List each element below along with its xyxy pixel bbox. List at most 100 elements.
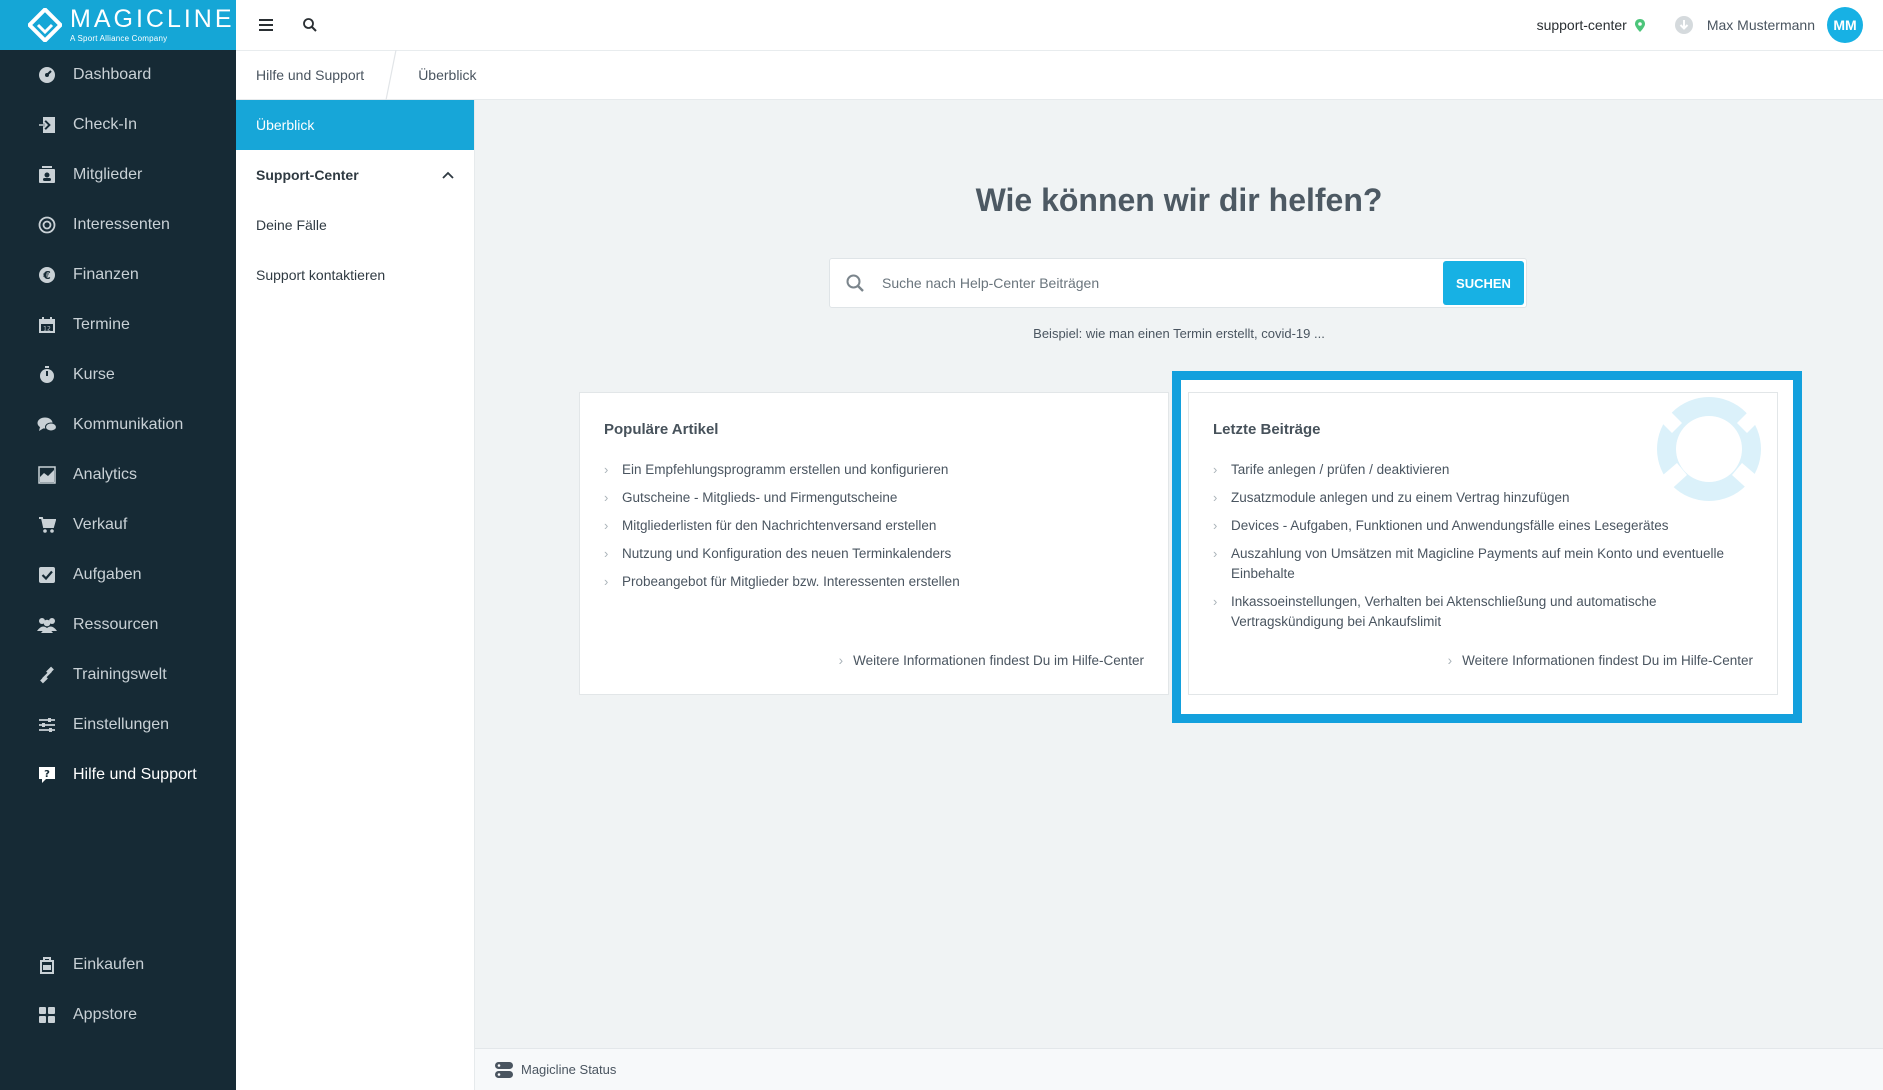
- sidebar-item-finances[interactable]: € Finanzen: [0, 250, 236, 300]
- more-info-link[interactable]: › Weitere Informationen findest Du im Hil…: [839, 653, 1144, 668]
- article-link[interactable]: › Mitgliederlisten für den Nachrichtenver…: [604, 516, 1128, 536]
- status-footer[interactable]: Magicline Status: [475, 1048, 1883, 1090]
- sidebar-item-label: Dashboard: [73, 66, 152, 83]
- calendar-icon: 12: [36, 314, 58, 336]
- search-example-hint: Beispiel: wie man einen Termin erstellt,…: [1033, 326, 1325, 341]
- svg-text:?: ?: [44, 769, 50, 780]
- article-link[interactable]: › Nutzung und Konfiguration des neuen Ter…: [604, 544, 1128, 564]
- chevron-right-icon: ›: [1447, 653, 1453, 668]
- svg-text:€: €: [42, 269, 51, 282]
- search-icon: [303, 18, 317, 32]
- article-link[interactable]: › Ein Empfehlungsprogramm erstellen und k…: [604, 460, 1128, 480]
- download-button[interactable]: [1674, 16, 1693, 34]
- more-info-link[interactable]: › Weitere Informationen findest Du im Hil…: [1448, 653, 1753, 668]
- sidebar-item-label: Verkauf: [73, 516, 128, 533]
- sidebar-item-label: Einstellungen: [73, 716, 170, 733]
- people-icon: [36, 614, 58, 636]
- page-title: Wie können wir dir helfen?: [975, 182, 1383, 218]
- brand-name: MAGICLINE: [70, 5, 235, 33]
- article-link[interactable]: › Gutscheine - Mitglieds- und Firmengutsc…: [604, 488, 1128, 508]
- chevron-right-icon: ›: [604, 518, 609, 533]
- chevron-up-icon: [442, 171, 454, 179]
- sidebar-bottom-nav: Einkaufen Appstore: [0, 940, 236, 1040]
- prospects-icon: [36, 214, 58, 236]
- sidebar-item-shop[interactable]: Einkaufen: [0, 940, 236, 990]
- help-search-input[interactable]: [880, 263, 1443, 303]
- sidebar-item-tasks[interactable]: Aufgaben: [0, 550, 236, 600]
- sidebar-item-label: Check-In: [73, 116, 138, 133]
- sidebar-item-sales[interactable]: Verkauf: [0, 500, 236, 550]
- sidebar-item-members[interactable]: Mitglieder: [0, 150, 236, 200]
- article-link[interactable]: › Inkassoeinstellungen, Verhalten bei Akt…: [1213, 592, 1737, 632]
- sidebar-item-label: Kurse: [73, 366, 115, 383]
- article-link[interactable]: › Probeangebot für Mitglieder bzw. Intere…: [604, 572, 1128, 592]
- download-icon: [1674, 16, 1693, 34]
- studio-selector[interactable]: support-center: [1537, 17, 1645, 33]
- breadcrumb-separator: [385, 50, 397, 100]
- search-icon: [830, 258, 880, 308]
- sidebar-item-label: Hilfe und Support: [73, 766, 197, 783]
- sidebar-item-appstore[interactable]: Appstore: [0, 990, 236, 1040]
- sidebar-item-analytics[interactable]: Analytics: [0, 450, 236, 500]
- sidebar-item-settings[interactable]: Einstellungen: [0, 700, 236, 750]
- svg-text:12: 12: [43, 326, 51, 333]
- article-link[interactable]: › Auszahlung von Umsätzen mit Magicline P…: [1213, 544, 1737, 584]
- article-list: › Tarife anlegen / prüfen / deaktivieren …: [1213, 460, 1737, 640]
- sidebar-item-training[interactable]: Trainingswelt: [0, 650, 236, 700]
- chart-icon: [36, 464, 58, 486]
- avatar[interactable]: MM: [1827, 7, 1863, 43]
- status-label: Magicline Status: [521, 1062, 617, 1077]
- sidebar-item-help[interactable]: ? Hilfe und Support: [0, 750, 236, 800]
- more-info-label: Weitere Informationen findest Du im Hilf…: [853, 653, 1144, 668]
- magicline-logo-icon: [28, 8, 62, 42]
- check-in-icon: [36, 114, 58, 136]
- more-info-label: Weitere Informationen findest Du im Hilf…: [1462, 653, 1753, 668]
- article-title: Tarife anlegen / prüfen / deaktivieren: [1231, 462, 1450, 477]
- global-search-button[interactable]: [288, 0, 332, 50]
- search-button[interactable]: SUCHEN: [1443, 261, 1524, 305]
- sidebar-item-label: Mitglieder: [73, 166, 143, 183]
- sidebar-item-label: Termine: [73, 316, 130, 333]
- sidebar-item-label: Ressourcen: [73, 616, 159, 633]
- brand-subtitle: A Sport Alliance Company: [70, 34, 168, 43]
- article-link[interactable]: › Zusatzmodule anlegen und zu einem Vertr…: [1213, 488, 1737, 508]
- sidebar-item-prospects[interactable]: Interessenten: [0, 200, 236, 250]
- chevron-right-icon: ›: [604, 546, 609, 561]
- article-title: Mitgliederlisten für den Nachrichtenvers…: [622, 518, 937, 533]
- sidebar-item-label: Appstore: [73, 1006, 138, 1023]
- sidebar-item-communication[interactable]: Kommunikation: [0, 400, 236, 450]
- chevron-right-icon: ›: [1213, 490, 1218, 505]
- sidebar-item-label: Aufgaben: [73, 566, 142, 583]
- sidebar-item-label: Trainingswelt: [73, 666, 167, 683]
- sidebar-item-courses[interactable]: Kurse: [0, 350, 236, 400]
- sidebar-item-resources[interactable]: Ressourcen: [0, 600, 236, 650]
- article-title: Probeangebot für Mitglieder bzw. Interes…: [622, 574, 960, 589]
- sidebar-item-check-in[interactable]: Check-In: [0, 100, 236, 150]
- menu-toggle-button[interactable]: [244, 0, 288, 50]
- chevron-right-icon: ›: [1213, 546, 1218, 561]
- help-icon: ?: [36, 764, 58, 786]
- breadcrumb-item-help[interactable]: Hilfe und Support: [236, 51, 384, 99]
- server-status-icon: [495, 1061, 513, 1079]
- subnav-section-support-center[interactable]: Support-Center: [236, 150, 474, 200]
- article-link[interactable]: › Tarife anlegen / prüfen / deaktivieren: [1213, 460, 1737, 480]
- sidebar-item-appointments[interactable]: 12 Termine: [0, 300, 236, 350]
- article-link[interactable]: › Devices - Aufgaben, Funktionen und Anwe…: [1213, 516, 1737, 536]
- help-search-box: SUCHE N: [829, 258, 1527, 308]
- article-title: Devices - Aufgaben, Funktionen und Anwen…: [1231, 518, 1669, 533]
- sidebar-nav: Dashboard Check-In Mitglieder Interessen…: [0, 50, 236, 800]
- chevron-right-icon: ›: [1213, 594, 1218, 609]
- subnav-item-contact-support[interactable]: Support kontaktieren: [236, 250, 474, 300]
- subnav-item-overview[interactable]: Überblick: [236, 100, 474, 150]
- top-bar: support-center Max Mustermann MM: [236, 0, 1883, 50]
- user-name[interactable]: Max Mustermann: [1707, 17, 1815, 33]
- chevron-right-icon: ›: [604, 462, 609, 477]
- breadcrumb-item-overview[interactable]: Überblick: [398, 51, 496, 99]
- main-content: Wie können wir dir helfen? SUCHEN Beispi…: [475, 100, 1883, 1048]
- stopwatch-icon: [36, 364, 58, 386]
- sliders-icon: [36, 714, 58, 736]
- sub-navigation: Überblick Support-Center Deine Fälle Sup…: [236, 100, 475, 1090]
- logo[interactable]: MAGICLINE A Sport Alliance Company: [0, 0, 236, 50]
- subnav-item-my-cases[interactable]: Deine Fälle: [236, 200, 474, 250]
- sidebar-item-dashboard[interactable]: Dashboard: [0, 50, 236, 100]
